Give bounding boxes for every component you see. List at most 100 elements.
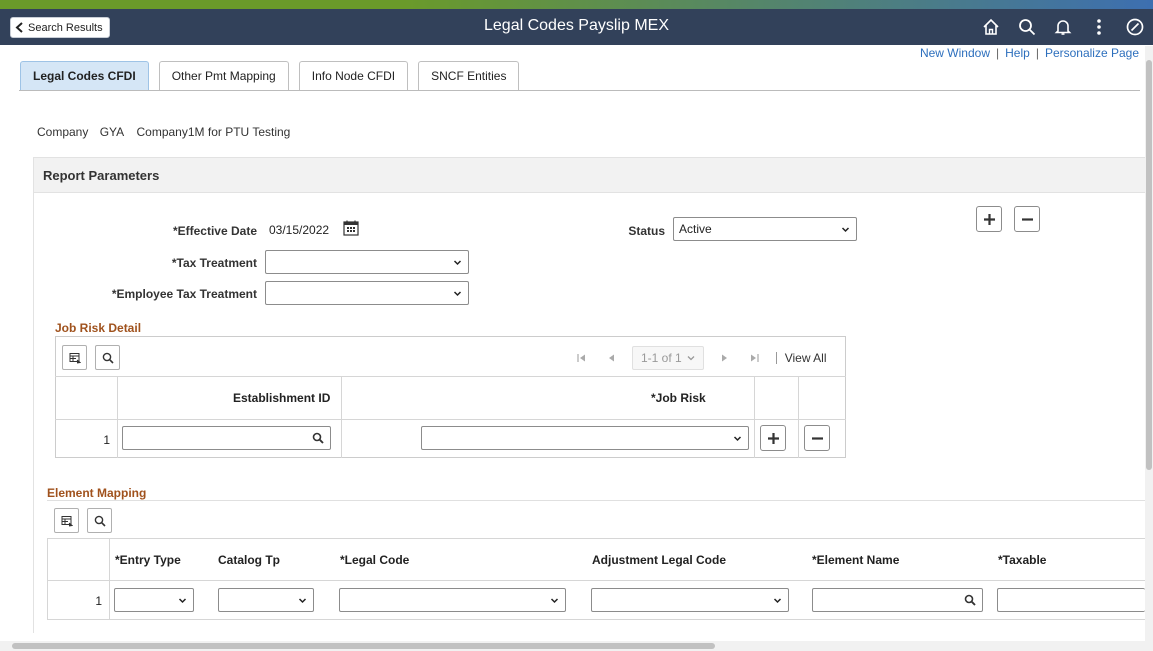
chevron-down-icon	[841, 227, 850, 233]
status-label: Status	[628, 224, 665, 238]
grid-find-button[interactable]	[95, 345, 120, 370]
personalize-page-link[interactable]: Personalize Page	[1045, 46, 1139, 60]
chevron-down-icon	[687, 356, 695, 361]
pager-select[interactable]: 1-1 of 1	[632, 346, 704, 370]
col-header-element-name: *Element Name	[812, 553, 900, 567]
chevron-down-icon	[453, 291, 462, 297]
col-header-taxable: *Taxable	[998, 553, 1047, 567]
grid-col-divider	[754, 376, 755, 458]
tab-legal-codes-cfdi[interactable]: Legal Codes CFDI	[20, 61, 149, 90]
company-label: Company	[37, 125, 89, 139]
grid-col-divider	[109, 538, 110, 620]
horizontal-scrollbar[interactable]	[0, 641, 1153, 651]
status-value: Active	[679, 222, 712, 236]
col-header-legal-code: *Legal Code	[340, 553, 410, 567]
tab-other-pmt-mapping[interactable]: Other Pmt Mapping	[158, 61, 289, 90]
grid-personalize-button[interactable]	[62, 345, 87, 370]
element-mapping-title: Element Mapping	[47, 486, 147, 500]
element-grid-header-top	[47, 538, 1145, 539]
link-separator: |	[1035, 46, 1039, 60]
element-grid-find-button[interactable]	[87, 508, 112, 533]
element-grid-bottom	[47, 619, 1145, 620]
last-page-icon[interactable]	[748, 351, 762, 365]
new-window-link[interactable]: New Window	[920, 46, 990, 60]
more-icon[interactable]	[1081, 14, 1117, 40]
chevron-down-icon	[550, 598, 559, 604]
col-header-catalog-tp: Catalog Tp	[218, 553, 280, 567]
add-row-button[interactable]	[976, 206, 1002, 232]
employee-tax-treatment-select[interactable]	[265, 281, 469, 305]
back-button-label: Search Results	[28, 21, 103, 34]
tab-info-node-cfdi[interactable]: Info Node CFDI	[298, 61, 409, 90]
element-mapping-divider	[47, 500, 1145, 501]
company-name: Company1M for PTU Testing	[136, 125, 291, 139]
help-link[interactable]: Help	[1005, 46, 1030, 60]
tab-divider	[19, 90, 1140, 91]
previous-page-icon[interactable]	[604, 351, 618, 365]
back-button[interactable]: Search Results	[10, 17, 110, 38]
search-icon[interactable]	[964, 594, 976, 606]
grid-col-divider	[798, 376, 799, 458]
tax-treatment-select[interactable]	[265, 250, 469, 274]
report-parameters-title: Report Parameters	[43, 167, 160, 183]
page-links: New Window | Help | Personalize Page	[920, 46, 1139, 60]
row-number: 1	[103, 433, 110, 447]
grid-settings-icon	[69, 352, 81, 363]
taxable-input[interactable]	[997, 588, 1145, 612]
element-grid-personalize-button[interactable]	[54, 508, 79, 533]
grid-col-divider	[47, 538, 48, 620]
adjustment-legal-code-select[interactable]	[591, 588, 789, 612]
legal-code-select[interactable]	[339, 588, 566, 612]
plus-icon	[983, 213, 995, 225]
first-page-icon[interactable]	[574, 351, 588, 365]
delete-row-button[interactable]	[1014, 206, 1040, 232]
pager-label: 1-1 of 1	[641, 351, 682, 365]
col-header-job-risk: *Job Risk	[651, 391, 706, 405]
establishment-id-input[interactable]	[122, 426, 331, 450]
report-parameters-header: Report Parameters	[33, 157, 1153, 193]
status-select[interactable]: Active	[673, 217, 857, 241]
chevron-down-icon	[178, 598, 187, 604]
tax-treatment-label: *Tax Treatment	[171, 256, 257, 270]
grid-col-divider	[117, 376, 118, 458]
bell-icon[interactable]	[1045, 14, 1081, 40]
chevron-down-icon	[453, 260, 462, 266]
navbar-icon[interactable]	[1117, 14, 1153, 40]
search-icon[interactable]	[1009, 14, 1045, 40]
add-job-risk-row-button[interactable]	[760, 425, 786, 451]
tab-sncf-entities[interactable]: SNCF Entities	[418, 61, 520, 90]
col-header-entry-type: *Entry Type	[115, 553, 181, 567]
company-info: Company GYA Company1M for PTU Testing	[37, 125, 290, 139]
search-icon	[94, 515, 106, 527]
grid-settings-icon	[61, 515, 73, 526]
col-header-establishment-id: Establishment ID	[233, 391, 331, 405]
grid-header-bottom-border	[55, 419, 846, 420]
job-risk-select[interactable]	[421, 426, 749, 450]
scrollbar-thumb[interactable]	[12, 643, 715, 649]
calendar-icon[interactable]	[342, 219, 360, 237]
home-icon[interactable]	[973, 14, 1009, 40]
scrollbar-thumb[interactable]	[1146, 60, 1152, 470]
header-banner: Search Results Legal Codes Payslip MEX	[0, 9, 1153, 45]
element-name-input[interactable]	[812, 588, 983, 612]
tab-bar: Legal Codes CFDI Other Pmt Mapping Info …	[20, 61, 529, 90]
next-page-icon[interactable]	[718, 351, 732, 365]
view-all-link[interactable]: View All	[775, 352, 827, 364]
catalog-tp-select[interactable]	[218, 588, 314, 612]
entry-type-select[interactable]	[114, 588, 194, 612]
grid-col-divider	[341, 376, 342, 458]
chevron-down-icon	[733, 436, 742, 442]
row-number: 1	[95, 594, 102, 608]
grid-header-top-border	[55, 376, 846, 377]
employee-tax-treatment-label: *Employee Tax Treatment	[111, 287, 257, 301]
delete-job-risk-row-button[interactable]	[804, 425, 830, 451]
job-risk-detail-title: Job Risk Detail	[55, 321, 142, 335]
chevron-left-icon	[15, 22, 23, 33]
effective-date-label: *Effective Date	[172, 224, 257, 238]
link-separator: |	[996, 46, 1000, 60]
minus-icon	[1021, 217, 1033, 221]
chevron-down-icon	[773, 598, 782, 604]
vertical-scrollbar[interactable]	[1145, 46, 1153, 641]
search-icon[interactable]	[312, 432, 324, 444]
top-accent-line	[0, 0, 1153, 9]
